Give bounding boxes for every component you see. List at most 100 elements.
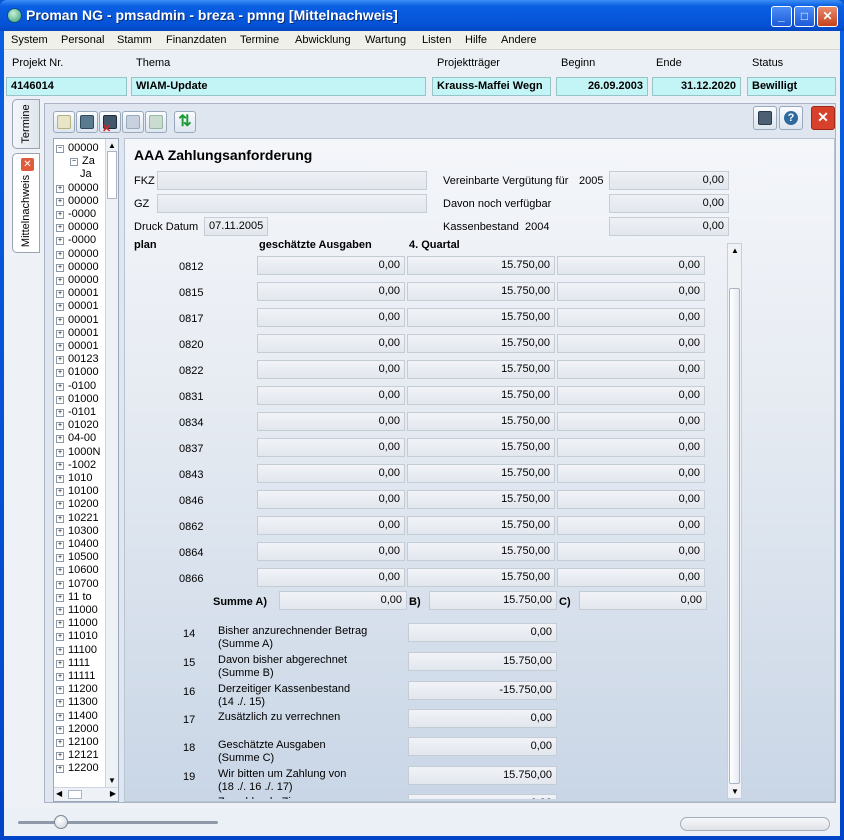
menu-system[interactable]: System [11,34,48,46]
row-value-a[interactable]: 0,00 [257,568,405,587]
row-value-b[interactable]: 15.750,00 [407,256,555,275]
expand-icon[interactable]: + [56,686,64,695]
row-value-a[interactable]: 0,00 [257,516,405,535]
row-value-a[interactable]: 0,00 [257,464,405,483]
expand-icon[interactable]: + [56,646,64,655]
tree-node[interactable]: +11010 [56,630,98,643]
tree-node[interactable]: +11400 [56,710,98,723]
delete-button[interactable]: ✕ [99,111,121,135]
menu-wartung[interactable]: Wartung [365,34,406,46]
row-value-c[interactable]: 0,00 [557,568,705,587]
tree-node[interactable]: +01000 [56,393,99,406]
scroll-up-icon[interactable]: ▲ [108,141,116,150]
tree-node[interactable]: +00123 [56,353,99,366]
menu-abwicklung[interactable]: Abwicklung [295,34,351,46]
expand-icon[interactable]: + [56,752,64,761]
row-value-c[interactable]: 0,00 [557,464,705,483]
expand-icon[interactable]: + [56,395,64,404]
tree-node[interactable]: +1010 [56,472,92,485]
expand-icon[interactable]: + [56,316,64,325]
tree-node[interactable]: +10221 [56,512,99,525]
minimize-button[interactable]: _ [771,6,792,27]
gz-field[interactable] [157,194,427,213]
tree-node[interactable]: +00000 [56,221,99,234]
thema-field[interactable]: WIAM-Update [131,77,426,96]
row-value-b[interactable]: 15.750,00 [407,360,555,379]
tree-node[interactable]: +00001 [56,314,99,327]
beginn-field[interactable]: 26.09.2003 [556,77,648,96]
tree-node[interactable]: +10300 [56,525,99,538]
tree-node[interactable]: +00001 [56,300,99,313]
expand-icon[interactable]: + [56,224,64,233]
tree-node[interactable]: +12200 [56,762,99,775]
tree-node[interactable]: +10400 [56,538,99,551]
expand-icon[interactable]: + [56,765,64,774]
summe-c-field[interactable]: 0,00 [579,591,707,610]
verfuegbar-field[interactable]: 0,00 [609,194,729,213]
status-field[interactable]: Bewilligt [747,77,836,96]
expand-icon[interactable]: + [56,580,64,589]
expand-icon[interactable]: + [56,448,64,457]
expand-icon[interactable]: + [56,501,64,510]
tree-node[interactable]: − Za [70,155,95,168]
traeger-field[interactable]: Krauss-Maffei Wegn [432,77,551,96]
expand-icon[interactable]: + [56,356,64,365]
calc-value[interactable]: 0,00 [408,709,557,728]
title-bar[interactable]: Proman NG - pmsadmin - breza - pmng [Mit… [0,0,844,31]
close-form-button[interactable]: ✕ [811,106,835,130]
scroll-left-icon[interactable]: ◀ [56,789,62,798]
tree-scroll-thumb[interactable] [107,151,117,199]
row-value-c[interactable]: 0,00 [557,386,705,405]
tree-node[interactable]: + -0100 [56,380,96,393]
tree-node[interactable]: +11000 [56,604,98,617]
row-value-c[interactable]: 0,00 [557,516,705,535]
calc-value[interactable]: 0,00 [408,737,557,756]
tree-node[interactable]: +00001 [56,327,99,340]
tree-node[interactable]: + -1002 [56,459,96,472]
tree-node[interactable]: +01000 [56,366,99,379]
row-value-b[interactable]: 15.750,00 [407,542,555,561]
calc-value[interactable]: -15.750,00 [408,681,557,700]
expand-icon[interactable]: + [56,329,64,338]
row-value-c[interactable]: 0,00 [557,438,705,457]
tree-node[interactable]: +11100 [56,644,97,657]
expand-icon[interactable]: + [56,725,64,734]
tree-node[interactable]: +12100 [56,736,99,749]
expand-icon[interactable]: + [56,514,64,523]
refresh-button[interactable]: ⇅ [174,111,196,133]
expand-icon[interactable]: + [56,699,64,708]
menu-finanzdaten[interactable]: Finanzdaten [166,34,227,46]
expand-icon[interactable]: + [56,712,64,721]
row-value-b[interactable]: 15.750,00 [407,490,555,509]
row-value-c[interactable]: 0,00 [557,282,705,301]
tree-node[interactable]: + -0101 [56,406,96,419]
tree-vertical-scrollbar[interactable]: ▲ ▼ [105,139,118,787]
calc-value[interactable]: 15.750,00 [408,766,557,785]
expand-icon[interactable]: + [56,541,64,549]
expand-icon[interactable]: + [56,303,64,312]
menu-termine[interactable]: Termine [240,34,279,46]
row-value-b[interactable]: 15.750,00 [407,386,555,405]
tab-termine[interactable]: Termine [12,99,40,149]
calc-value[interactable]: 0,00 [408,794,557,799]
tree-node[interactable]: +11300 [56,696,98,709]
form-vertical-scrollbar[interactable]: ▲ ▼ [727,243,742,799]
expand-icon[interactable]: + [56,435,64,444]
row-value-c[interactable]: 0,00 [557,256,705,275]
expand-icon[interactable]: + [56,620,64,629]
expand-icon[interactable]: + [56,567,64,576]
row-value-a[interactable]: 0,00 [257,256,405,275]
menu-listen[interactable]: Listen [422,34,451,46]
tree-node[interactable]: +12000 [56,723,99,736]
expand-icon[interactable]: + [56,250,64,259]
help-button[interactable]: ? [779,106,803,130]
maximize-button[interactable]: □ [794,6,815,27]
verguetung-field[interactable]: 0,00 [609,171,729,190]
undo-button[interactable] [145,111,167,133]
close-button[interactable]: ✕ [817,6,838,27]
row-value-c[interactable]: 0,00 [557,542,705,561]
expand-icon[interactable]: + [56,739,64,747]
zoom-slider-track[interactable] [18,821,218,824]
kassenbestand-field[interactable]: 0,00 [609,217,729,236]
tree-node[interactable]: +00001 [56,287,99,300]
